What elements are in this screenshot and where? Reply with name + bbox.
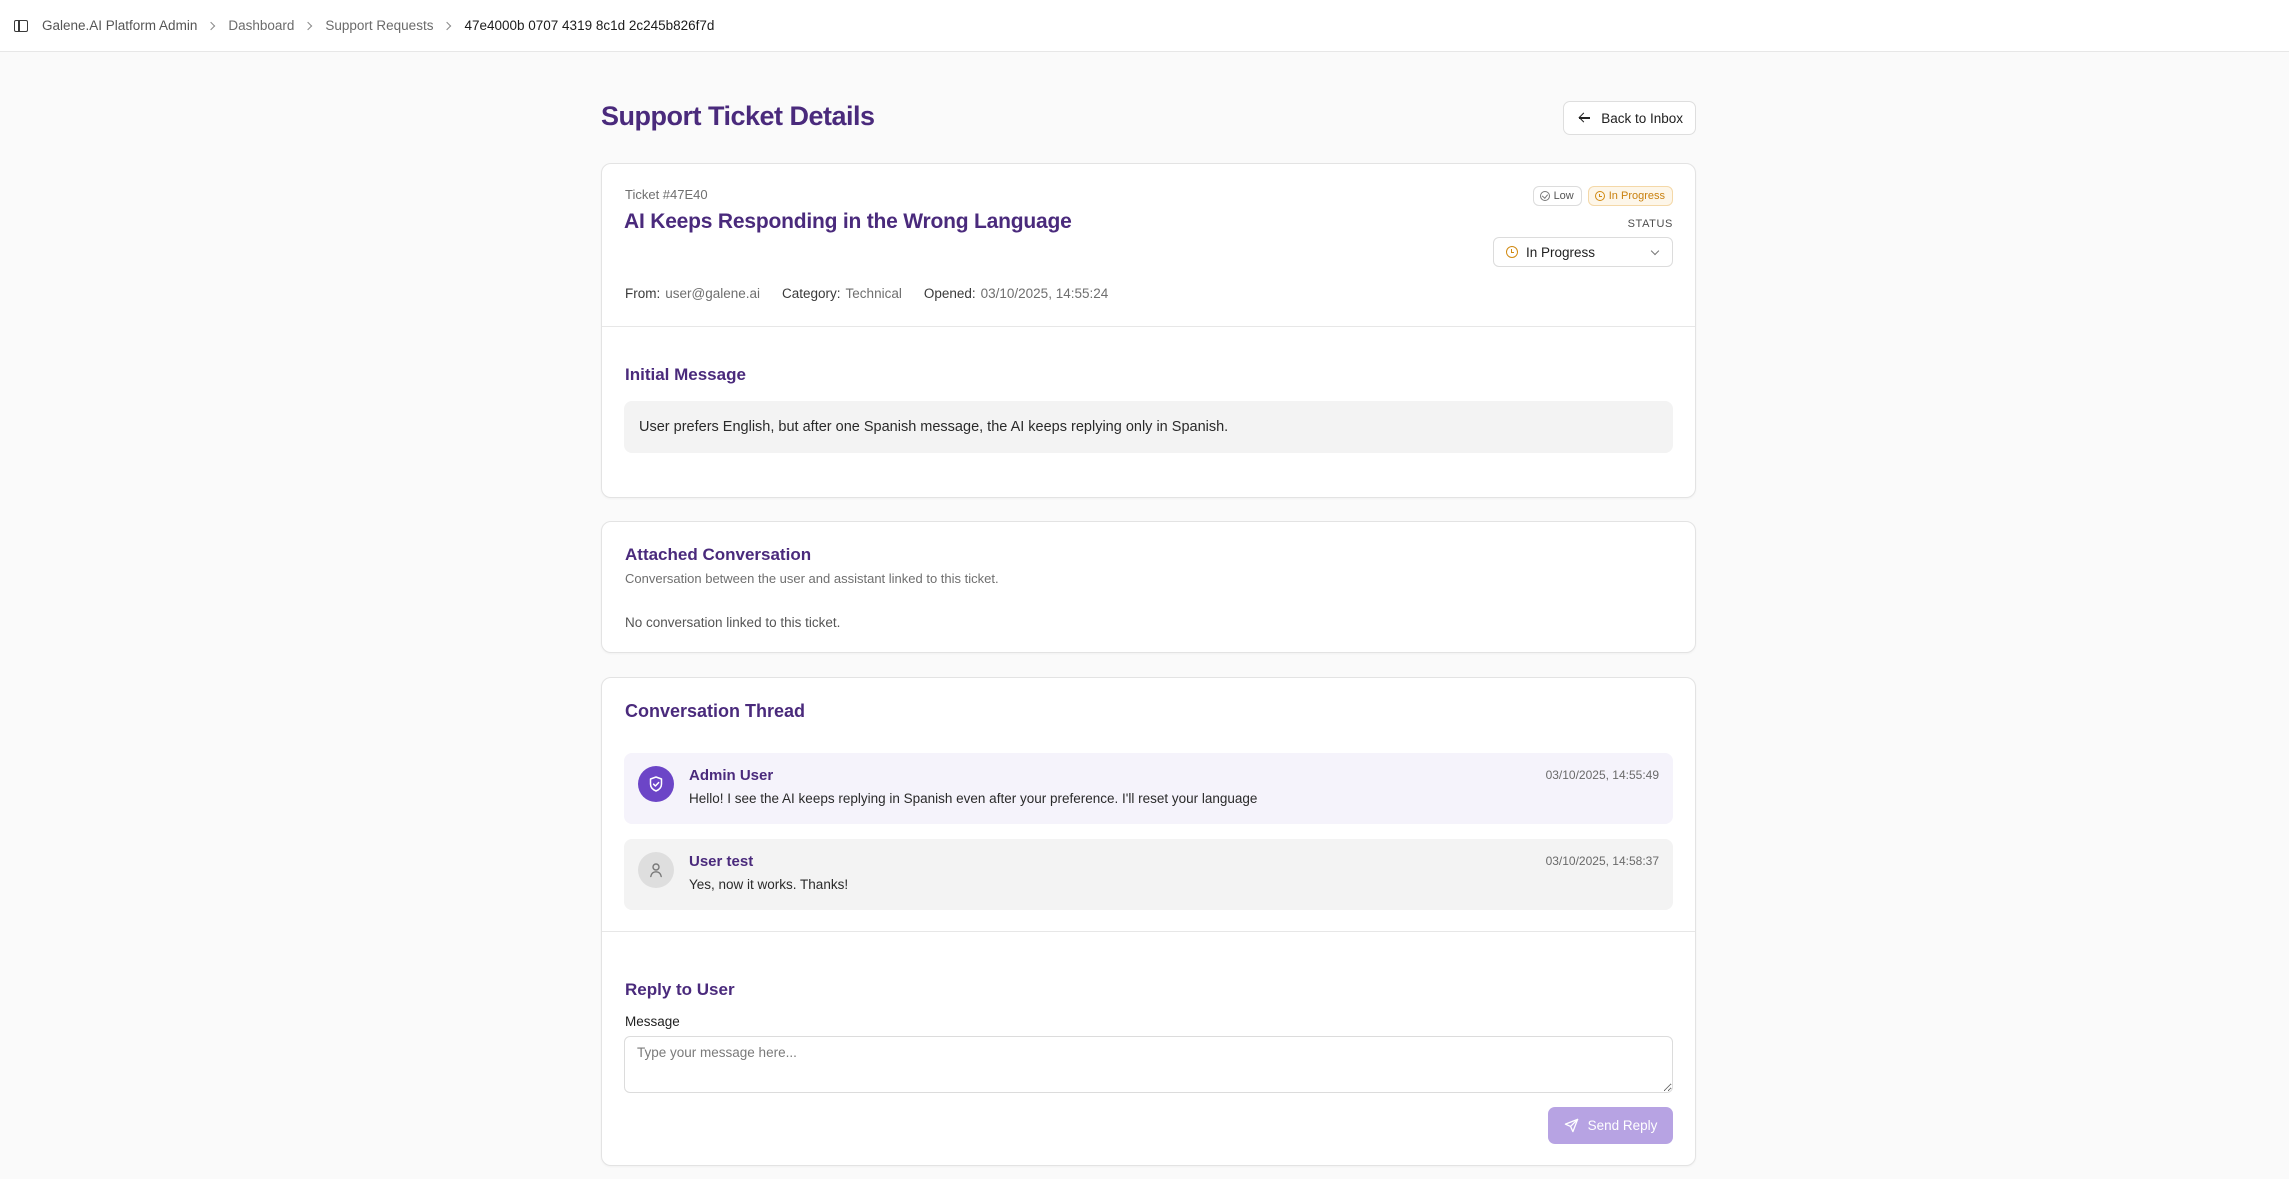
chevron-down-icon xyxy=(1650,246,1660,256)
breadcrumb-support-requests[interactable]: Support Requests xyxy=(325,18,433,33)
category-value: Technical xyxy=(845,286,902,301)
shield-icon xyxy=(649,776,663,792)
chevron-right-icon xyxy=(207,21,216,30)
attached-conversation-empty: No conversation linked to this ticket. xyxy=(625,615,841,630)
status-label: STATUS xyxy=(1627,218,1673,230)
check-circle-icon xyxy=(1539,191,1550,201)
send-reply-button[interactable]: Send Reply xyxy=(1548,1107,1673,1144)
message-text: Yes, now it works. Thanks! xyxy=(689,877,849,892)
clock-icon xyxy=(1506,246,1518,258)
conversation-thread-title: Conversation Thread xyxy=(625,701,806,721)
message-author: User test xyxy=(689,853,754,870)
initial-message-title: Initial Message xyxy=(625,365,746,384)
avatar xyxy=(638,852,674,888)
reply-message-input[interactable] xyxy=(624,1036,1673,1093)
top-bar: Galene.AI Platform Admin Dashboard Suppo… xyxy=(0,0,2289,52)
back-to-inbox-button[interactable]: Back to Inbox xyxy=(1563,101,1696,135)
breadcrumb-dashboard[interactable]: Dashboard xyxy=(228,18,294,33)
status-select-value: In Progress xyxy=(1526,244,1596,260)
back-to-inbox-label: Back to Inbox xyxy=(1601,110,1683,126)
divider xyxy=(602,931,1695,932)
divider xyxy=(602,326,1695,327)
status-badge-label: In Progress xyxy=(1608,190,1665,202)
message-author: Admin User xyxy=(689,767,774,784)
from-value: user@galene.ai xyxy=(665,286,761,301)
message-text: Hello! I see the AI keeps replying in Sp… xyxy=(689,791,1258,806)
conversation-thread-card: Conversation Thread Admin User Hello! I … xyxy=(601,677,1696,1166)
from-key: From: xyxy=(625,286,661,301)
clock-icon xyxy=(1594,191,1605,201)
ticket-meta: From: user@galene.ai Category: Technical… xyxy=(625,286,1130,301)
attached-conversation-subtitle: Conversation between the user and assist… xyxy=(625,571,999,586)
breadcrumb-app[interactable]: Galene.AI Platform Admin xyxy=(42,18,197,33)
opened-key: Opened: xyxy=(923,286,976,301)
message-timestamp: 03/10/2025, 14:58:37 xyxy=(1545,854,1659,868)
user-icon xyxy=(650,863,662,878)
ticket-badges: Low In Progress xyxy=(1532,186,1673,206)
sidebar-toggle-icon[interactable] xyxy=(14,19,28,32)
page-title: Support Ticket Details xyxy=(601,101,875,131)
ticket-id: Ticket #47E40 xyxy=(625,187,708,202)
thread-message-user: User test Yes, now it works. Thanks! 03/… xyxy=(624,839,1673,910)
priority-badge-label: Low xyxy=(1553,190,1574,202)
arrow-left-icon xyxy=(1578,112,1591,124)
breadcrumb-current: 47e4000b 0707 4319 8c1d 2c245b826f7d xyxy=(464,18,715,33)
thread-message-admin: Admin User Hello! I see the AI keeps rep… xyxy=(624,753,1673,824)
reply-title: Reply to User xyxy=(625,980,735,999)
category-key: Category: xyxy=(782,286,841,301)
attached-conversation-title: Attached Conversation xyxy=(625,545,812,564)
send-reply-label: Send Reply xyxy=(1587,1118,1658,1133)
priority-badge: Low xyxy=(1532,186,1582,206)
ticket-card: Ticket #47E40 AI Keeps Responding in the… xyxy=(601,163,1696,498)
chevron-right-icon xyxy=(443,21,452,30)
attached-conversation-card: Attached Conversation Conversation betwe… xyxy=(601,521,1696,653)
status-select[interactable]: In Progress xyxy=(1493,237,1673,267)
initial-message: User prefers English, but after one Span… xyxy=(624,401,1673,453)
status-badge: In Progress xyxy=(1587,186,1673,206)
message-field-label: Message xyxy=(625,1014,680,1029)
message-timestamp: 03/10/2025, 14:55:49 xyxy=(1545,768,1659,782)
ticket-title: AI Keeps Responding in the Wrong Languag… xyxy=(624,210,1072,233)
chevron-right-icon xyxy=(304,21,313,30)
send-icon xyxy=(1564,1118,1578,1133)
opened-value: 03/10/2025, 14:55:24 xyxy=(980,286,1109,301)
avatar xyxy=(638,766,674,802)
